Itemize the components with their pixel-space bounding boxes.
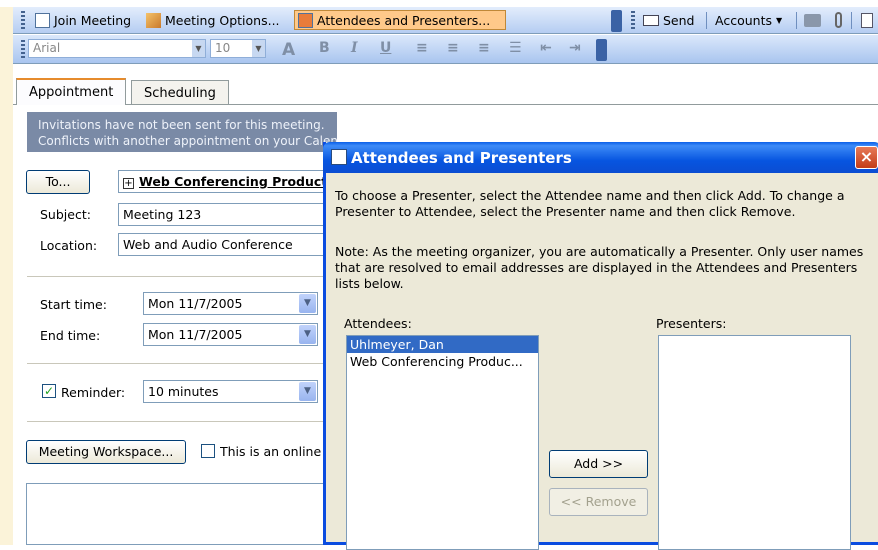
dialog-title-bar[interactable]: Attendees and Presenters ×	[323, 142, 878, 173]
align-right-icon[interactable]: ≡	[478, 40, 490, 56]
notes-area[interactable]	[26, 483, 326, 545]
list-item[interactable]: Uhlmeyer, Dan	[347, 336, 538, 353]
note-text: Note: As the meeting organizer, you are …	[335, 244, 864, 291]
toolbar-grip[interactable]	[21, 11, 25, 29]
to-button[interactable]: To...	[26, 170, 90, 194]
remove-button[interactable]: << Remove	[549, 488, 648, 516]
dialog-app-icon	[331, 149, 347, 165]
chevron-down-icon: ▼	[252, 40, 265, 57]
reminder-select[interactable]: 10 minutes ▼	[143, 380, 318, 403]
presenters-list[interactable]	[658, 335, 851, 550]
toolbar-divider	[706, 12, 707, 29]
printer-icon	[804, 13, 821, 27]
decrease-indent-icon[interactable]: ⇤	[540, 40, 552, 56]
formatting-toolbar: Arial ▼ 10 ▼ A B I U ≡ ≡ ≡ ☰ ⇤ ⇥	[0, 35, 878, 64]
to-field[interactable]: +Web Conferencing Production	[118, 170, 328, 193]
divider	[27, 421, 327, 422]
print-button[interactable]	[801, 10, 824, 30]
chevron-down-icon: ▼	[299, 325, 316, 344]
join-meeting-icon	[35, 12, 50, 28]
close-button[interactable]: ×	[855, 146, 878, 169]
divider	[27, 363, 327, 364]
divider	[27, 276, 327, 277]
presenters-label: Presenters:	[656, 316, 727, 331]
document-icon	[861, 12, 873, 28]
subject-input[interactable]: Meeting 123	[118, 203, 328, 226]
toolbar-grip[interactable]	[631, 11, 635, 29]
meeting-workspace-button[interactable]: Meeting Workspace...	[26, 440, 186, 464]
location-input[interactable]: Web and Audio Conference	[118, 233, 328, 256]
tab-scheduling[interactable]: Scheduling	[131, 80, 229, 104]
toolbar-divider	[851, 12, 852, 29]
toolbar-overflow-chevron[interactable]	[596, 39, 607, 61]
send-icon	[643, 14, 659, 26]
attendees-label: Attendees:	[344, 316, 412, 331]
end-time-label: End time:	[40, 328, 101, 343]
paperclip-icon	[835, 12, 842, 28]
font-name-select[interactable]: Arial ▼	[28, 39, 206, 58]
chevron-down-icon: ▼	[299, 382, 316, 401]
online-meeting-checkbox[interactable]	[201, 444, 215, 458]
chevron-down-icon: ▼	[299, 294, 316, 313]
bold-icon[interactable]: B	[319, 40, 330, 56]
attendees-icon	[298, 12, 313, 28]
more-options-button[interactable]	[858, 10, 876, 30]
font-size-select[interactable]: 10 ▼	[210, 39, 266, 58]
info-bar: Invitations have not been sent for this …	[27, 112, 337, 152]
join-meeting-button[interactable]: Join Meeting	[32, 10, 134, 30]
align-left-icon[interactable]: ≡	[416, 40, 428, 56]
dialog-title: Attendees and Presenters	[351, 149, 572, 167]
toolbar-grip[interactable]	[21, 40, 25, 58]
location-label: Location:	[40, 238, 98, 253]
meeting-options-button[interactable]: Meeting Options...	[143, 10, 283, 30]
chevron-down-icon: ▼	[775, 15, 783, 25]
increase-indent-icon[interactable]: ⇥	[569, 40, 581, 56]
toolbar-divider	[796, 12, 797, 29]
italic-icon[interactable]: I	[351, 40, 358, 56]
subject-label: Subject:	[40, 207, 91, 222]
reminder-label: Reminder:	[61, 385, 126, 400]
attendees-presenters-button[interactable]: Attendees and Presenters...	[294, 10, 506, 30]
send-button[interactable]: Send	[640, 10, 697, 30]
tab-strip-line	[13, 104, 878, 105]
attendees-presenters-dialog: Attendees and Presenters × To choose a P…	[323, 142, 878, 550]
attendees-list[interactable]: Uhlmeyer, Dan Web Conferencing Produc...	[346, 335, 539, 550]
window-edge	[0, 7, 13, 545]
tab-appointment[interactable]: Appointment	[16, 78, 127, 105]
accounts-button[interactable]: Accounts ▼	[712, 10, 785, 30]
info-line-invitations: Invitations have not been sent for this …	[38, 118, 325, 132]
standard-toolbar: Join Meeting Meeting Options... Attendee…	[0, 7, 878, 34]
instructions-text: To choose a Presenter, select the Attend…	[335, 188, 845, 219]
font-color-icon[interactable]: A	[282, 40, 295, 60]
add-button[interactable]: Add >>	[549, 450, 648, 478]
align-center-icon[interactable]: ≡	[447, 40, 459, 56]
expand-group-icon[interactable]: +	[123, 178, 134, 189]
reminder-checkbox[interactable]: ✓	[42, 384, 56, 398]
online-meeting-label: This is an online meeting	[220, 444, 323, 459]
list-item[interactable]: Web Conferencing Produc...	[347, 353, 538, 370]
underline-icon[interactable]: U	[380, 40, 391, 56]
chevron-down-icon: ▼	[192, 40, 205, 57]
end-date-select[interactable]: Mon 11/7/2005 ▼	[143, 323, 318, 346]
start-date-select[interactable]: Mon 11/7/2005 ▼	[143, 292, 318, 315]
info-line-conflicts: Conflicts with another appointment on yo…	[38, 134, 337, 148]
attach-button[interactable]	[832, 10, 845, 30]
meeting-options-icon	[146, 12, 161, 28]
toolbar-overflow-chevron[interactable]	[611, 10, 622, 32]
start-time-label: Start time:	[40, 297, 107, 312]
bullets-icon[interactable]: ☰	[509, 40, 522, 56]
